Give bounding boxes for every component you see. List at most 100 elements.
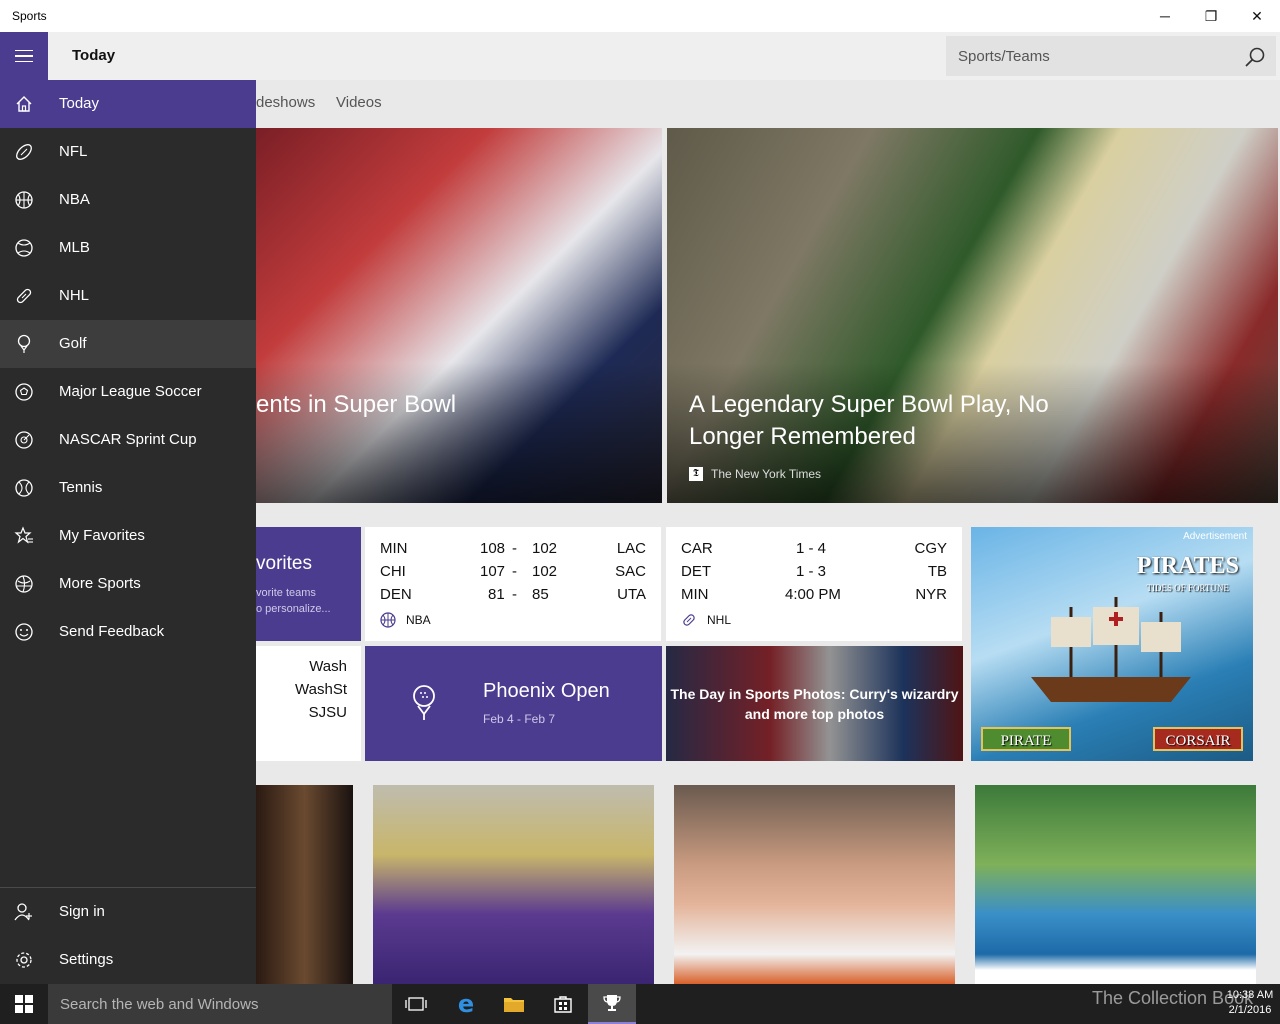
sidebar-item-send-feedback[interactable]: Send Feedback	[0, 608, 256, 656]
hero-story-right[interactable]: A Legendary Super Bowl Play, No Longer R…	[667, 128, 1278, 503]
sidebar-item-label: Tennis	[59, 479, 103, 496]
sidebar-item-label: Major League Soccer	[59, 383, 202, 400]
search-input[interactable]	[946, 36, 1236, 76]
search-icon[interactable]	[1244, 46, 1266, 68]
team-name: SJSU	[308, 704, 347, 721]
close-icon: ✕	[1251, 7, 1263, 24]
tab-slideshows[interactable]: deshows	[256, 94, 315, 111]
score-row: CAR 1 - 4 CGY	[681, 540, 947, 563]
nba-scores-tile[interactable]: MIN 108 - 102 LAC CHI 107 - 102 SAC DEN …	[365, 527, 661, 641]
close-button[interactable]: ✕	[1234, 0, 1280, 32]
sidebar-item-nfl[interactable]: NFL	[0, 128, 256, 176]
event-dates: Feb 4 - Feb 7	[483, 712, 556, 726]
restore-button[interactable]: ❐	[1188, 0, 1234, 32]
sidebar-item-nba[interactable]: NBA	[0, 176, 256, 224]
sidebar-item-nhl[interactable]: NHL	[0, 272, 256, 320]
menu-line	[15, 60, 33, 63]
sidebar-item-label: NHL	[59, 287, 90, 304]
sidebar-item-more-sports[interactable]: More Sports	[0, 560, 256, 608]
score-away: 102	[532, 540, 558, 557]
sidebar-item-tennis[interactable]: Tennis	[0, 464, 256, 512]
hero-shade	[256, 363, 662, 503]
sidebar-item-sign-in[interactable]: Sign in	[0, 888, 256, 936]
phoenix-open-tile[interactable]: Phoenix Open Feb 4 - Feb 7	[365, 646, 662, 761]
tennis-icon	[15, 479, 33, 497]
sidebar-item-today[interactable]: Today	[0, 80, 256, 128]
sports-app-button[interactable]	[588, 984, 636, 1024]
team-away: SAC	[615, 563, 646, 580]
minimize-button[interactable]: ─	[1142, 0, 1188, 32]
event-title: Phoenix Open	[483, 680, 610, 702]
sidebar-item-label: Today	[59, 95, 100, 112]
hero-title: A Legendary Super Bowl Play, No Longer R…	[689, 391, 1049, 450]
news-tile[interactable]	[674, 785, 955, 984]
news-tile[interactable]	[975, 785, 1256, 984]
score: 1 - 3	[796, 563, 827, 580]
score-sep: -	[512, 540, 517, 557]
sidebar-item-settings[interactable]: Settings	[0, 936, 256, 984]
news-tile[interactable]	[373, 785, 654, 984]
score-sep: -	[512, 586, 517, 603]
college-scores-tile[interactable]: Wash WashSt SJSU	[256, 646, 361, 761]
ad-pirate-button[interactable]: PIRATE	[981, 727, 1071, 751]
sidebar-item-golf[interactable]: Golf	[0, 320, 256, 368]
store-button[interactable]	[539, 984, 587, 1024]
nhl-scores-tile[interactable]: CAR 1 - 4 CGY DET 1 - 3 TB MIN 4:00 PM N…	[666, 527, 962, 641]
score-row: DET 1 - 3 TB	[681, 563, 947, 586]
football-icon	[16, 144, 32, 160]
score-sep: -	[512, 563, 517, 580]
team-home: MIN	[681, 586, 709, 603]
file-explorer-button[interactable]	[490, 984, 538, 1024]
sidebar-item-label: NFL	[59, 143, 88, 160]
score-away: 102	[532, 563, 558, 580]
sidebar-item-mlb[interactable]: MLB	[0, 224, 256, 272]
navigation-pane: Today NFL NBA MLB NHL Golf Major League …	[0, 80, 256, 984]
minimize-icon: ─	[1160, 8, 1170, 24]
team-name: WashSt	[295, 681, 347, 698]
sidebar-item-label: NBA	[59, 191, 90, 208]
start-button[interactable]	[0, 984, 48, 1024]
taskbar-search-input[interactable]	[48, 984, 392, 1024]
hockey-icon	[16, 288, 32, 304]
hero-title: ents in Super Bowl	[256, 391, 457, 418]
team-home: MIN	[380, 540, 408, 557]
hero-story-left[interactable]: ents in Super Bowl	[256, 128, 662, 503]
sidebar-item-my-favorites[interactable]: My Favorites	[0, 512, 256, 560]
menu-line	[15, 55, 33, 57]
baseball-icon	[15, 239, 33, 257]
score-row: CHI 107 - 102 SAC	[380, 563, 646, 586]
favorites-sub-line: vorite teams	[256, 587, 316, 599]
team-away: CGY	[914, 540, 947, 557]
sidebar-item-mls[interactable]: Major League Soccer	[0, 368, 256, 416]
ad-brand: PIRATES	[1136, 553, 1239, 579]
source-name: The New York Times	[711, 467, 822, 481]
system-clock[interactable]: 10:38 AM 2/1/2016	[1220, 988, 1280, 1018]
team-away: LAC	[616, 540, 646, 557]
sidebar-item-label: Send Feedback	[59, 623, 165, 640]
basketball-icon	[15, 191, 33, 209]
sidebar-item-label: More Sports	[59, 575, 141, 592]
windows-logo-icon	[15, 995, 33, 1013]
gear-icon	[16, 952, 32, 968]
app-title: Sports	[12, 9, 47, 23]
sidebar-item-label: MLB	[59, 239, 90, 256]
favorites-tile[interactable]: vorites vorite teams o personalize...	[256, 527, 361, 641]
golf-icon	[17, 334, 31, 353]
hero-source: 𝕿 The New York Times	[689, 467, 821, 481]
task-view-button[interactable]	[392, 984, 440, 1024]
tab-videos[interactable]: Videos	[336, 94, 382, 111]
ad-corsair-button[interactable]: CORSAIR	[1153, 727, 1243, 751]
hockey-icon	[683, 614, 695, 626]
pirate-ship-image	[1031, 597, 1191, 702]
hamburger-menu-button[interactable]	[0, 32, 48, 80]
edge-button[interactable]: e	[442, 984, 490, 1024]
page-title: Today	[72, 47, 116, 64]
sports-photos-tile[interactable]: The Day in Sports Photos: Curry's wizard…	[666, 646, 963, 761]
folder-icon	[504, 998, 524, 1012]
news-tile[interactable]	[256, 785, 353, 984]
score-row: MIN 4:00 PM NYR	[681, 586, 947, 609]
score-row: DEN 81 - 85 UTA	[380, 586, 646, 609]
sidebar-item-nascar[interactable]: NASCAR Sprint Cup	[0, 416, 256, 464]
league-footer: NHL	[681, 612, 731, 628]
advertisement-tile[interactable]: Advertisement PIRATES TIDES OF FORTUNE P…	[971, 527, 1253, 761]
